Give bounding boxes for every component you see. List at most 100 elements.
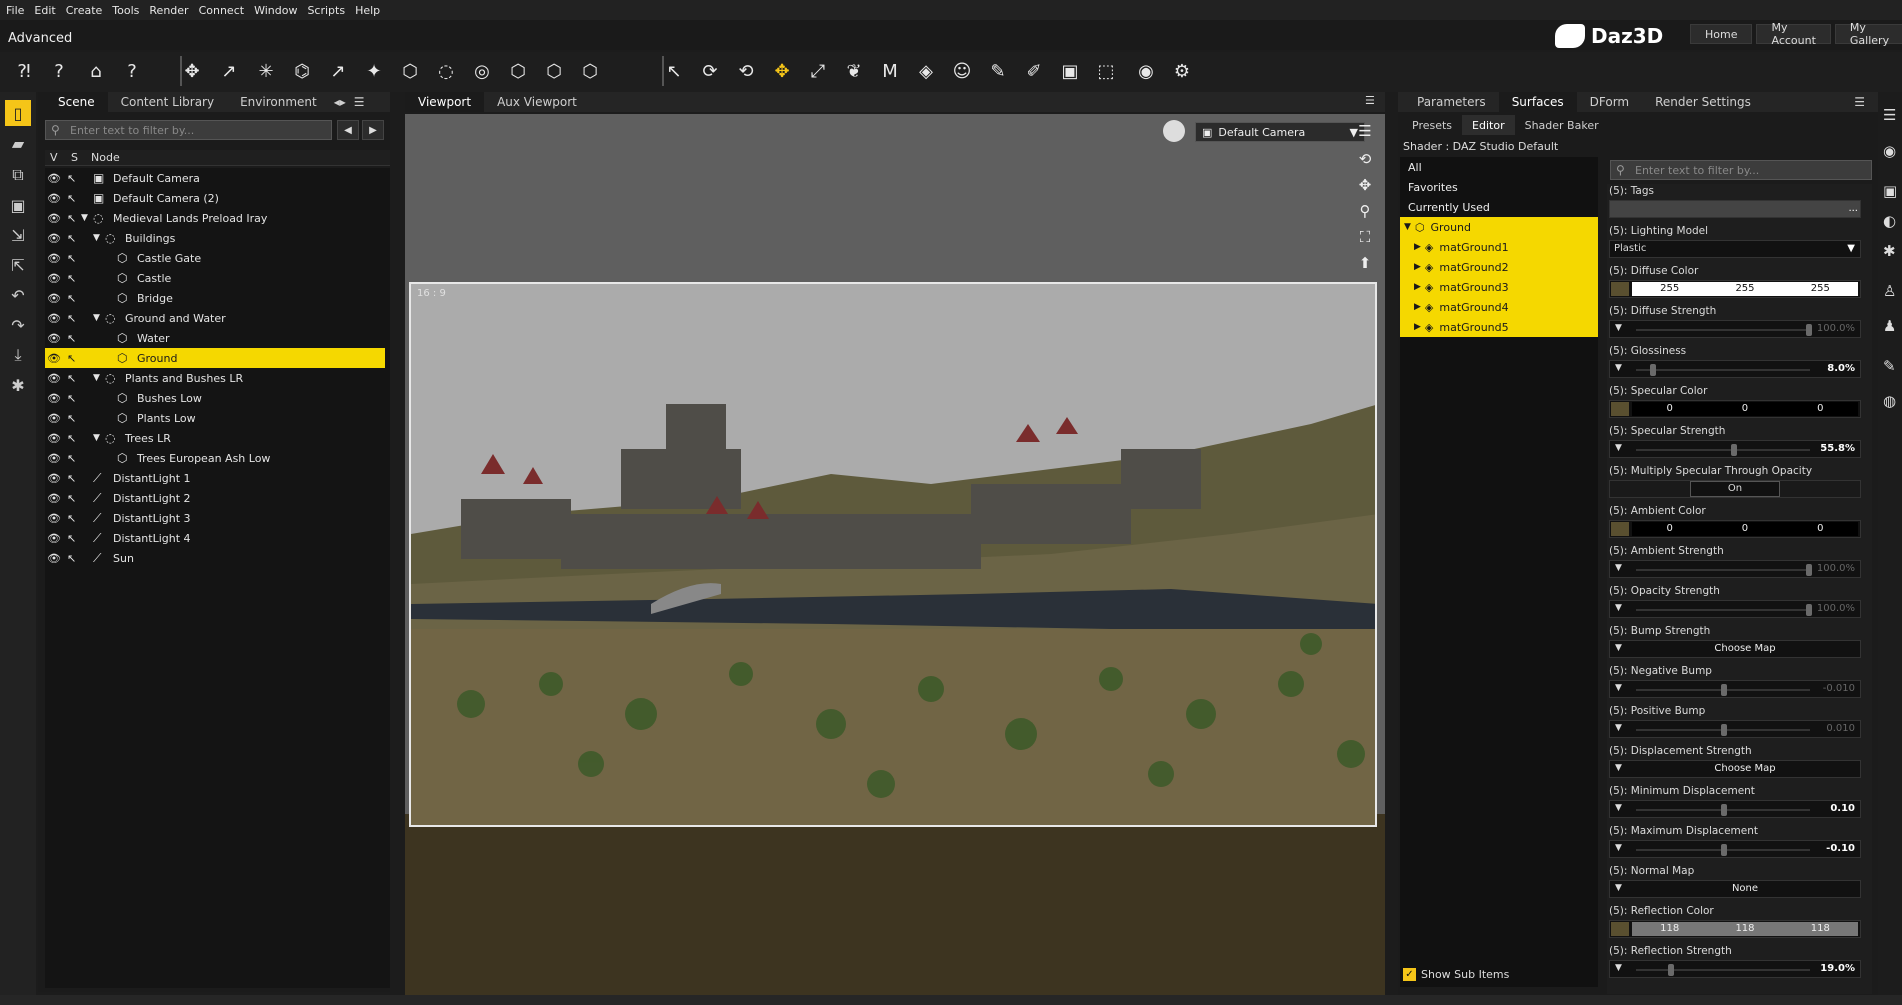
map-field[interactable]: ▼ Choose Map [1609, 760, 1861, 778]
tags-field[interactable]: ... [1609, 200, 1861, 218]
scene-node-row[interactable]: 👁 ↖ ⬡ Bridge [45, 288, 385, 308]
scene-filter-input[interactable]: ⚲ Enter text to filter by... [45, 120, 332, 140]
slider-track[interactable] [1636, 969, 1810, 971]
tab-presets[interactable]: Presets [1402, 115, 1462, 135]
lighting-model-select[interactable]: Plastic ▼ [1609, 240, 1861, 258]
render-settings-icon[interactable]: ⚙ [1168, 56, 1196, 86]
light-tool-icon[interactable]: ✎ [984, 56, 1012, 86]
slider[interactable]: ▼ 100.0% [1609, 600, 1861, 618]
expand-arrow-icon[interactable]: ▼ [93, 373, 100, 383]
redo-icon[interactable]: ↷ [5, 312, 31, 338]
slider[interactable]: ▼ 19.0% [1609, 960, 1861, 978]
visibility-eye-icon[interactable]: 👁 [47, 392, 61, 405]
edit-icon[interactable]: ✐ [1020, 56, 1048, 86]
menu-window[interactable]: Window [254, 4, 297, 17]
material-group-currently-used[interactable]: Currently Used [1400, 197, 1598, 217]
selectable-cursor-icon[interactable]: ↖ [67, 392, 76, 405]
expand-arrow-icon[interactable]: ▶ [1414, 242, 1421, 252]
slider[interactable]: ▼ -0.10 [1609, 840, 1861, 858]
chevron-down-icon[interactable]: ▼ [1615, 643, 1622, 653]
draw-style-icon[interactable] [1163, 120, 1185, 142]
drop-to-floor-icon[interactable]: ⤓ [5, 342, 31, 368]
viewport-menu-icon[interactable]: ☰ [1365, 94, 1375, 107]
slider-value[interactable]: 8.0% [1827, 363, 1855, 374]
render-icon[interactable]: ◉ [1132, 56, 1160, 86]
filter-forward-button[interactable]: ▶ [362, 120, 384, 140]
tab-aux-viewport[interactable]: Aux Viewport [484, 92, 590, 112]
scene-node-row[interactable]: 👁 ↖ ⟋ DistantLight 2 [45, 488, 385, 508]
visibility-eye-icon[interactable]: 👁 [47, 332, 61, 345]
slider-track[interactable] [1636, 569, 1810, 571]
spot-render-icon[interactable]: ✳ [252, 56, 280, 86]
undo-icon[interactable]: ↶ [5, 282, 31, 308]
pose-icon[interactable]: ♟ [1883, 317, 1896, 335]
slider-track[interactable] [1636, 329, 1810, 331]
scene-node-row[interactable]: 👁 ↖ ⬡ Bushes Low [45, 388, 385, 408]
slider-knob[interactable] [1668, 964, 1674, 976]
color-swatch[interactable] [1611, 402, 1629, 416]
col-selectable[interactable]: S [71, 151, 78, 164]
frame-icon[interactable]: ⛶ [1353, 226, 1377, 248]
scene-node-row[interactable]: 👁 ↖ ⬡ Castle [45, 268, 385, 288]
chevron-down-icon[interactable]: ▼ [1615, 803, 1622, 813]
color-r[interactable]: 0 [1632, 522, 1707, 536]
selectable-cursor-icon[interactable]: ↖ [67, 512, 76, 525]
tab-shader-baker[interactable]: Shader Baker [1515, 115, 1609, 135]
selectable-cursor-icon[interactable]: ↖ [67, 372, 76, 385]
selectable-cursor-icon[interactable]: ↖ [67, 472, 76, 485]
scene-node-row[interactable]: 👁 ↖ ▼ ◌ Ground and Water [45, 308, 385, 328]
tags-browse-button[interactable]: ... [1848, 203, 1858, 214]
chevron-down-icon[interactable]: ▼ [1615, 843, 1622, 853]
group-node-icon[interactable]: ⬡ [576, 56, 604, 86]
expand-arrow-icon[interactable]: ▼ [81, 213, 88, 223]
slider[interactable]: ▼ 8.0% [1609, 360, 1861, 378]
slider-knob[interactable] [1721, 844, 1727, 856]
menu-file[interactable]: File [6, 4, 24, 17]
expand-arrow-icon[interactable]: ▶ [1414, 262, 1421, 272]
aim-icon[interactable]: ⬆ [1353, 252, 1377, 274]
color-b[interactable]: 255 [1783, 282, 1858, 296]
color-b[interactable]: 0 [1783, 522, 1858, 536]
instance-icon[interactable]: ⬡ [540, 56, 568, 86]
slider-value[interactable]: 100.0% [1817, 323, 1855, 334]
ik-icon[interactable]: ↗ [324, 56, 352, 86]
map-field[interactable]: ▼ None [1609, 880, 1861, 898]
color-r[interactable]: 0 [1632, 402, 1707, 416]
camera-icon[interactable]: ▣ [1883, 182, 1897, 200]
chevron-down-icon[interactable]: ▼ [1615, 563, 1622, 573]
slider-knob[interactable] [1806, 564, 1812, 576]
slider-value[interactable]: 100.0% [1817, 563, 1855, 574]
visibility-eye-icon[interactable]: 👁 [47, 172, 61, 185]
slider-track[interactable] [1636, 449, 1810, 451]
chevron-down-icon[interactable]: ▼ [1615, 603, 1622, 613]
morph-icon[interactable]: ❦ [840, 56, 868, 86]
tools-icon[interactable]: ✎ [1883, 357, 1896, 375]
nav-my-account[interactable]: My Account [1756, 21, 1831, 47]
tab-scene[interactable]: Scene [45, 92, 108, 112]
slider[interactable]: ▼ 55.8% [1609, 440, 1861, 458]
select-icon[interactable]: ↖ [660, 56, 688, 86]
figure-icon[interactable]: ♙ [1883, 282, 1896, 300]
chevron-down-icon[interactable]: ▼ [1615, 883, 1622, 893]
import-icon[interactable]: ⇲ [5, 222, 31, 248]
selectable-cursor-icon[interactable]: ↖ [67, 492, 76, 505]
color-field[interactable]: 118 118 118 [1609, 920, 1861, 938]
layout-name[interactable]: Advanced [8, 31, 72, 46]
scene-node-row[interactable]: 👁 ↖ ⟋ DistantLight 1 [45, 468, 385, 488]
scene-node-row[interactable]: 👁 ↖ ▣ Default Camera (2) [45, 188, 385, 208]
chevron-down-icon[interactable]: ▼ [1615, 723, 1622, 733]
render-frame[interactable]: 16 : 9 [409, 282, 1377, 827]
render-icon[interactable]: ◉ [1883, 142, 1896, 160]
tab-dform[interactable]: DForm [1577, 92, 1642, 112]
circle-icon[interactable]: ◌ [432, 56, 460, 86]
node-select-icon[interactable]: ✥ [178, 56, 206, 86]
home-icon[interactable]: ⌂ [82, 56, 110, 86]
scene-node-row[interactable]: 👁 ↖ ⬡ Ground [45, 348, 385, 368]
slider-value[interactable]: 0.10 [1830, 803, 1855, 814]
chevron-down-icon[interactable]: ▼ [1615, 963, 1622, 973]
selectable-cursor-icon[interactable]: ↖ [67, 292, 76, 305]
figure-icon[interactable]: ☺ [948, 56, 976, 86]
selectable-cursor-icon[interactable]: ↖ [67, 332, 76, 345]
scene-node-row[interactable]: 👁 ↖ ⬡ Water [45, 328, 385, 348]
joint-editor-icon[interactable]: ↗ [215, 56, 243, 86]
